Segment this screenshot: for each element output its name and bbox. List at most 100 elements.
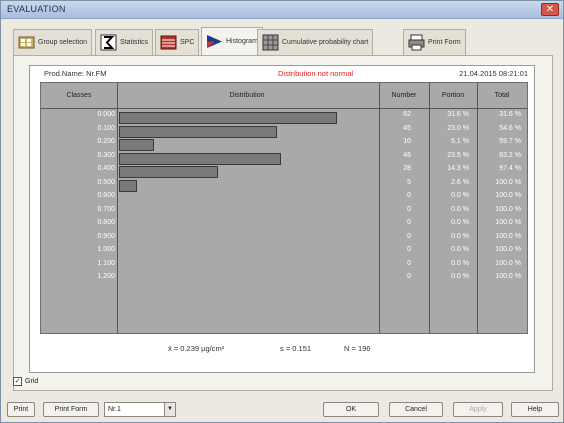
statistics-icon xyxy=(100,34,117,51)
class-value: 0.000 xyxy=(97,111,115,118)
total-value: 97.4 % xyxy=(499,165,521,172)
total-value: 100.0 % xyxy=(495,219,521,226)
portion-value: 0.0 % xyxy=(451,246,469,253)
group-selection-icon xyxy=(18,36,35,49)
class-value: 0.100 xyxy=(97,124,115,132)
total-value: 100.0 % xyxy=(495,192,521,199)
class-value: 0.800 xyxy=(97,219,115,226)
histogram-report: Prod.Name: Nr.FM Distribution not normal… xyxy=(29,65,535,373)
tab-cumulative-probability-chart[interactable]: Cumulative probability chart xyxy=(257,29,374,55)
grid-checkbox[interactable]: ✓ xyxy=(13,377,22,386)
portion-value: 0.0 % xyxy=(451,232,469,240)
mean-value: x̄ = 0.239 µg/cm² xyxy=(168,344,225,353)
class-value: 0.300 xyxy=(97,151,115,159)
header-distribution: Distribution xyxy=(229,92,265,99)
tab-label: Cumulative probability chart xyxy=(282,39,369,46)
number-value: 10 xyxy=(403,138,411,145)
header-number: Number xyxy=(391,92,417,99)
number-value: 46 xyxy=(403,151,411,159)
number-value: 0 xyxy=(407,205,411,213)
histogram-bar xyxy=(119,179,137,192)
tab-label: Statistics xyxy=(120,39,149,46)
report-date: 21.04.2015 08:21:01 xyxy=(459,69,528,78)
tab-label: SPC xyxy=(180,39,195,46)
std-deviation: s = 0.151 xyxy=(280,344,312,353)
distribution-status: Distribution not normal xyxy=(278,69,354,78)
total-value: 83.2 % xyxy=(499,151,521,159)
tab-label: Histogram xyxy=(226,38,258,45)
tab-spc[interactable]: SPC xyxy=(155,29,200,55)
grid-label: Grid xyxy=(25,378,39,385)
portion-value: 5.1 % xyxy=(451,138,469,145)
portion-value: 0.0 % xyxy=(451,192,469,199)
total-value: 31.6 % xyxy=(499,111,521,118)
column-separator xyxy=(379,83,380,333)
tab-statistics[interactable]: Statistics xyxy=(95,29,154,55)
table-header: Classes Distribution Number Portion Tota… xyxy=(41,83,527,109)
tab-label: Print Form xyxy=(428,39,461,46)
close-button[interactable]: ✕ xyxy=(541,3,559,16)
product-name: Prod.Name: Nr.FM xyxy=(44,69,107,78)
grid-toggle[interactable]: ✓ Grid xyxy=(13,377,38,386)
title-bar[interactable]: EVALUATION ✕ xyxy=(1,1,563,19)
tab-bar: Group selection Statistics SPC Histogram xyxy=(13,27,553,55)
histogram-bar xyxy=(119,125,277,138)
header-total: Total xyxy=(494,92,510,99)
tab-label: Group selection xyxy=(38,39,88,46)
number-value: 28 xyxy=(403,165,411,172)
cancel-button[interactable]: Cancel xyxy=(389,402,443,417)
portion-value: 2.6 % xyxy=(451,178,469,186)
number-value: 0 xyxy=(407,219,411,226)
total-value: 100.0 % xyxy=(495,232,521,240)
total-value: 100.0 % xyxy=(495,246,521,253)
histogram-table: Classes Distribution Number Portion Tota… xyxy=(40,82,528,334)
tab-group-selection[interactable]: Group selection xyxy=(13,29,93,55)
header-classes: Classes xyxy=(66,92,92,99)
statistics-summary: x̄ = 0.239 µg/cm² s = 0.151 N = 196 xyxy=(30,344,534,358)
class-value: 0.900 xyxy=(97,232,115,240)
probability-chart-icon xyxy=(262,34,279,51)
tab-histogram[interactable]: Histogram xyxy=(201,27,263,55)
class-value: 1.200 xyxy=(97,273,115,280)
histogram-bar xyxy=(119,166,218,178)
print-form-select[interactable]: Nr.1 ▼ xyxy=(104,402,176,417)
class-value: 0.200 xyxy=(97,138,115,145)
help-button[interactable]: Help xyxy=(511,402,559,417)
number-value: 0 xyxy=(407,246,411,253)
class-value: 0.600 xyxy=(97,192,115,199)
print-button[interactable]: Print xyxy=(7,402,35,417)
total-value: 100.0 % xyxy=(495,273,521,280)
portion-value: 0.0 % xyxy=(451,259,469,267)
total-value: 100.0 % xyxy=(495,178,521,186)
evaluation-window: EVALUATION ✕ Group selection Statistics … xyxy=(0,0,564,423)
histogram-icon xyxy=(207,35,222,48)
total-value: 54.6 % xyxy=(499,124,521,132)
apply-button[interactable]: Apply xyxy=(453,402,503,417)
select-value: Nr.1 xyxy=(108,406,121,413)
portion-value: 23.0 % xyxy=(447,124,469,132)
print-form-icon xyxy=(408,34,425,51)
sample-count: N = 196 xyxy=(344,344,371,353)
histogram-bar xyxy=(119,152,281,165)
print-form-button[interactable]: Print Form xyxy=(43,402,99,417)
window-title: EVALUATION xyxy=(7,4,66,14)
column-separator xyxy=(117,83,118,333)
class-value: 0.700 xyxy=(97,205,115,213)
portion-value: 0.0 % xyxy=(451,219,469,226)
chevron-down-icon[interactable]: ▼ xyxy=(164,403,175,416)
class-value: 0.400 xyxy=(97,165,115,172)
button-bar: Print Print Form Nr.1 ▼ OK Cancel Apply … xyxy=(1,397,563,423)
number-value: 62 xyxy=(403,111,411,118)
portion-value: 0.0 % xyxy=(451,273,469,280)
number-value: 0 xyxy=(407,259,411,267)
header-portion: Portion xyxy=(441,92,465,99)
number-value: 5 xyxy=(407,178,411,186)
number-value: 0 xyxy=(407,192,411,199)
tab-print-form[interactable]: Print Form xyxy=(403,29,466,55)
ok-button[interactable]: OK xyxy=(323,402,379,417)
portion-value: 14.3 % xyxy=(447,165,469,172)
class-value: 1.000 xyxy=(97,246,115,253)
portion-value: 0.0 % xyxy=(451,205,469,213)
number-value: 0 xyxy=(407,273,411,280)
total-value: 59.7 % xyxy=(499,138,521,145)
